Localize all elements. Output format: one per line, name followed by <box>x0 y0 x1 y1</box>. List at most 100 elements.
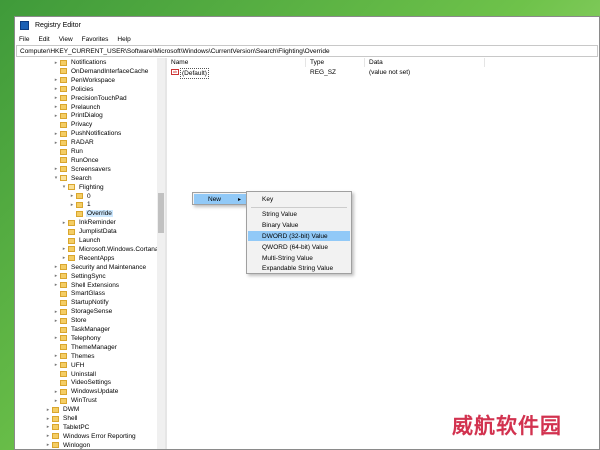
address-bar[interactable]: Computer\HKEY_CURRENT_USER\Software\Micr… <box>16 45 598 57</box>
chevron-right-icon[interactable]: ▸ <box>52 282 60 288</box>
tree-item[interactable]: ▸ UFH <box>52 361 85 370</box>
chevron-right-icon[interactable]: ▸ <box>52 389 60 395</box>
menu-help[interactable]: Help <box>113 36 135 43</box>
chevron-right-icon[interactable]: ▸ <box>44 424 52 430</box>
tree-item[interactable]: Run <box>52 147 84 156</box>
tree-item[interactable]: ▾ Search <box>52 174 93 183</box>
tree-item[interactable]: ▸ WinTrust <box>52 396 98 405</box>
submenu-item[interactable]: Multi-String Value <box>248 253 350 263</box>
column-header-name[interactable]: Name <box>167 58 306 67</box>
tree-item[interactable]: ▸ PrintDialog <box>52 111 104 120</box>
tree-item[interactable]: ▸ StorageSense <box>52 307 113 316</box>
tree-item[interactable]: SmartGlass <box>52 289 106 298</box>
menu-favorites[interactable]: Favorites <box>78 36 114 43</box>
tree-item[interactable]: ThemeManager <box>52 343 118 352</box>
tree-scrollbar[interactable] <box>157 58 165 449</box>
context-menu-new[interactable]: New ▸ <box>194 194 246 204</box>
chevron-down-icon[interactable]: ▾ <box>52 175 60 181</box>
tree-scrollbar-thumb[interactable] <box>158 193 164 233</box>
tree-item[interactable]: ▸ Themes <box>52 352 95 361</box>
chevron-right-icon[interactable]: ▸ <box>44 433 52 439</box>
tree-item[interactable]: ▸ Security and Maintenance <box>52 263 147 272</box>
chevron-right-icon[interactable]: ▸ <box>52 353 60 359</box>
tree-item[interactable]: StartupNotify <box>52 298 110 307</box>
chevron-right-icon[interactable]: ▸ <box>60 255 68 261</box>
chevron-right-icon[interactable]: ▸ <box>52 273 60 279</box>
chevron-right-icon[interactable]: ▸ <box>52 362 60 368</box>
column-header-data[interactable]: Data <box>365 58 485 67</box>
tree-item[interactable]: ▸ PushNotifications <box>52 129 122 138</box>
tree-item[interactable]: ▸ Screensavers <box>52 165 112 174</box>
chevron-right-icon[interactable]: ▸ <box>52 86 60 92</box>
chevron-right-icon[interactable]: ▸ <box>52 77 60 83</box>
chevron-right-icon[interactable]: ▸ <box>52 398 60 404</box>
tree-item[interactable]: ▸ Notifications <box>52 58 107 67</box>
submenu-item[interactable]: Expandable String Value <box>248 264 350 274</box>
chevron-right-icon[interactable]: ▸ <box>52 264 60 270</box>
tree-item[interactable]: JumplistData <box>60 227 118 236</box>
chevron-right-icon[interactable]: ▸ <box>52 60 60 66</box>
folder-icon <box>60 68 67 75</box>
tree-item[interactable]: ▸ 0 <box>68 192 92 201</box>
tree-item[interactable]: ▸ Telephony <box>52 334 102 343</box>
tree-item-label: Policies <box>71 85 94 93</box>
chevron-right-icon[interactable]: ▸ <box>44 442 52 448</box>
tree-item[interactable]: Launch <box>60 236 101 245</box>
tree-item[interactable]: ▸ TabletPC <box>44 423 90 432</box>
chevron-right-icon[interactable]: ▸ <box>68 193 76 199</box>
chevron-right-icon[interactable]: ▸ <box>52 309 60 315</box>
menu-file[interactable]: File <box>15 36 34 43</box>
chevron-right-icon[interactable]: ▸ <box>52 335 60 341</box>
tree-item[interactable]: ▸ PrecisionTouchPad <box>52 94 128 103</box>
tree-item[interactable]: ▸ Prelaunch <box>52 103 101 112</box>
chevron-right-icon[interactable]: ▸ <box>44 416 52 422</box>
tree-item[interactable]: TaskManager <box>52 325 111 334</box>
tree-item[interactable]: ▸ Winlogon <box>44 441 91 449</box>
tree-item[interactable]: ▸ Windows Error Reporting <box>44 432 137 441</box>
tree-item[interactable]: RunOnce <box>52 156 99 165</box>
tree-item[interactable]: ▸ Store <box>52 316 88 325</box>
tree-item[interactable]: ▾ Flighting <box>60 183 105 192</box>
chevron-right-icon[interactable]: ▸ <box>52 113 60 119</box>
chevron-down-icon[interactable]: ▾ <box>60 184 68 190</box>
chevron-right-icon[interactable]: ▸ <box>52 131 60 137</box>
tree-item[interactable]: ▸ RecentApps <box>60 254 115 263</box>
chevron-right-icon[interactable]: ▸ <box>52 166 60 172</box>
tree-item[interactable]: ▸ Microsoft.Windows.Cortana_ <box>60 245 163 254</box>
tree-item[interactable]: ▸ DWM <box>44 405 80 414</box>
tree-item[interactable]: ▸ Shell Extensions <box>52 281 120 290</box>
tree-item-label: Privacy <box>71 121 93 129</box>
tree-item[interactable]: Override <box>68 209 113 218</box>
tree-item[interactable]: ▸ Shell <box>44 414 78 423</box>
submenu-item[interactable]: DWORD (32-bit) Value <box>248 231 350 242</box>
tree-item[interactable]: VideoSettings <box>52 378 112 387</box>
menu-view[interactable]: View <box>55 36 78 43</box>
chevron-right-icon[interactable]: ▸ <box>60 246 68 252</box>
value-row[interactable]: ab (Default) REG_SZ (value not set) <box>167 68 599 79</box>
tree-item[interactable]: ▸ WindowsUpdate <box>52 387 119 396</box>
submenu-item[interactable]: Binary Value <box>248 221 350 231</box>
submenu-item[interactable]: Key <box>248 194 350 204</box>
chevron-right-icon[interactable]: ▸ <box>68 202 76 208</box>
chevron-right-icon[interactable]: ▸ <box>52 104 60 110</box>
tree-item[interactable]: ▸ RADAR <box>52 138 95 147</box>
tree-item[interactable]: ▸ Policies <box>52 85 94 94</box>
chevron-right-icon[interactable]: ▸ <box>44 407 52 413</box>
values-pane[interactable]: Name Type Data ab (Default) REG_SZ (valu… <box>167 58 599 449</box>
chevron-right-icon[interactable]: ▸ <box>60 220 68 226</box>
tree-item[interactable]: OnDemandInterfaceCache <box>52 67 149 76</box>
column-header-type[interactable]: Type <box>306 58 365 67</box>
tree-item[interactable]: ▸ InkReminder <box>60 218 117 227</box>
tree-item[interactable]: Privacy <box>52 120 93 129</box>
chevron-right-icon[interactable]: ▸ <box>52 318 60 324</box>
tree-item[interactable]: ▸ SettingSync <box>52 272 107 281</box>
submenu-item[interactable]: String Value <box>248 210 350 220</box>
menu-edit[interactable]: Edit <box>34 36 54 43</box>
tree-item[interactable]: ▸ 1 <box>68 200 92 209</box>
title-bar[interactable]: Registry Editor <box>15 17 599 34</box>
submenu-item[interactable]: QWORD (64-bit) Value <box>248 242 350 252</box>
chevron-right-icon[interactable]: ▸ <box>52 140 60 146</box>
chevron-right-icon[interactable]: ▸ <box>52 95 60 101</box>
tree-item[interactable]: ▸ PenWorkspace <box>52 76 116 85</box>
tree-item[interactable]: Uninstall <box>52 370 97 379</box>
